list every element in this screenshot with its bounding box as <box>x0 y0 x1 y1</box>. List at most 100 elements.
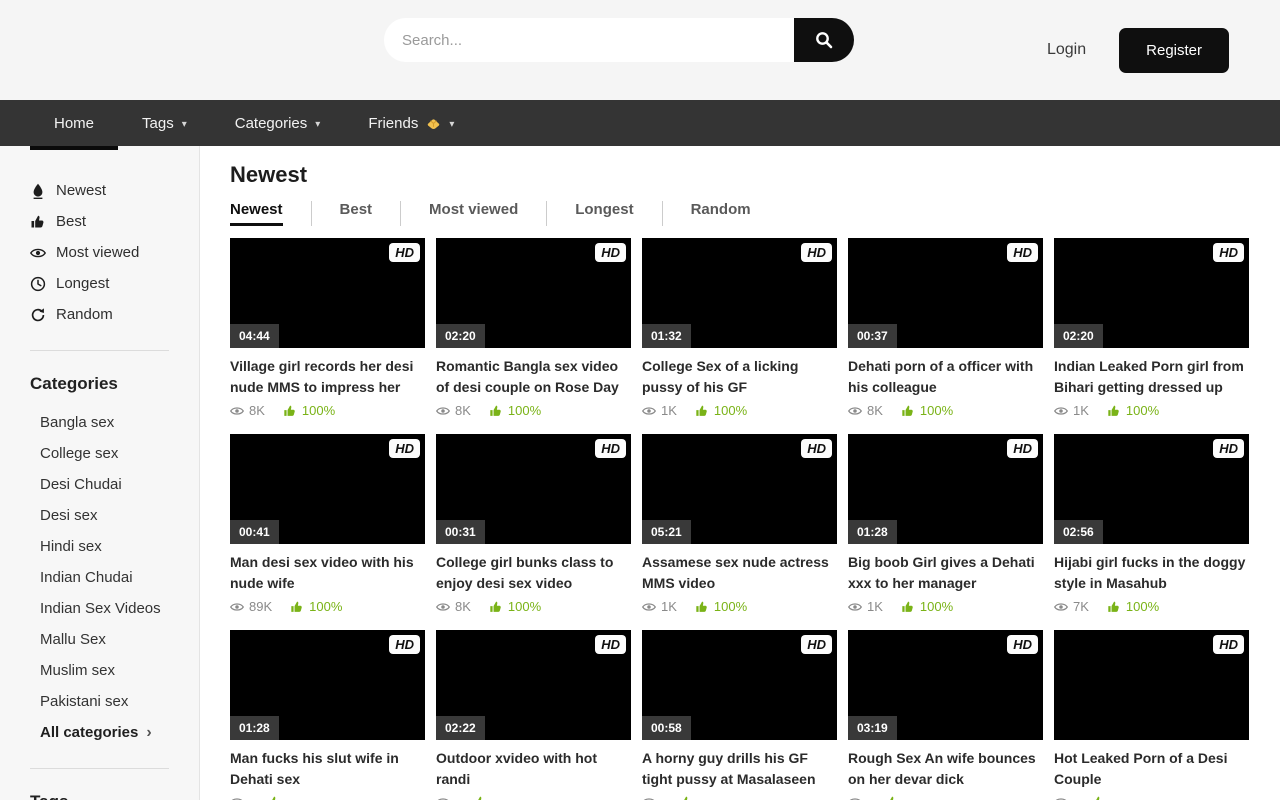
views-stat: 7K <box>1054 599 1089 614</box>
chevron-down-icon: ▾ <box>315 119 320 130</box>
video-stats: 1K 100% <box>642 599 837 614</box>
category-item[interactable]: Desi Chudai <box>30 469 199 500</box>
video-card[interactable]: HD 00:31 College girl bunks class to enj… <box>436 434 631 614</box>
login-link[interactable]: Login <box>1047 41 1086 59</box>
eye-icon <box>436 600 450 614</box>
main-navbar: Home Tags ▾ Categories ▾ Friends ▾ <box>0 100 1280 146</box>
nav-item-categories[interactable]: Categories ▾ <box>211 100 345 146</box>
category-item[interactable]: Indian Sex Videos <box>30 593 199 624</box>
duration-badge: 02:56 <box>1054 520 1103 544</box>
video-card[interactable]: HD 01:32 College Sex of a licking pussy … <box>642 238 837 418</box>
views-stat: 8K <box>848 403 883 418</box>
thumbs-up-icon <box>473 795 487 800</box>
category-item[interactable]: College sex <box>30 438 199 469</box>
views-count: 8K <box>249 403 265 418</box>
duration-badge: 00:31 <box>436 520 485 544</box>
video-card[interactable]: HD Hot Leaked Porn of a Desi Couple <box>1054 630 1249 800</box>
video-card[interactable]: HD 05:21 Assamese sex nude actress MMS v… <box>642 434 837 614</box>
video-stats: 1K 100% <box>848 599 1043 614</box>
sidebar-item-newest[interactable]: Newest <box>30 175 199 206</box>
video-title: Hijabi girl fucks in the doggy style in … <box>1054 552 1249 594</box>
video-card[interactable]: HD 02:20 Romantic Bangla sex video of de… <box>436 238 631 418</box>
nav-item-label: Friends <box>368 115 418 132</box>
register-button[interactable]: Register <box>1119 28 1229 73</box>
video-thumbnail: HD 00:31 <box>436 434 631 544</box>
tab-longest[interactable]: Longest <box>546 201 661 226</box>
all-categories-link[interactable]: All categories › <box>30 717 199 748</box>
views-stat <box>848 795 867 800</box>
thumbs-up-icon <box>290 600 304 614</box>
video-card[interactable]: HD 01:28 Big boob Girl gives a Dehati xx… <box>848 434 1043 614</box>
nav-item-friends[interactable]: Friends ▾ <box>344 100 478 146</box>
category-item[interactable]: Indian Chudai <box>30 562 199 593</box>
category-item[interactable]: Desi sex <box>30 500 199 531</box>
category-item[interactable]: Bangla sex <box>30 407 199 438</box>
eye-icon <box>1054 404 1068 418</box>
views-count: 8K <box>455 599 471 614</box>
views-count: 1K <box>867 599 883 614</box>
category-item[interactable]: Hindi sex <box>30 531 199 562</box>
likes-percent: 100% <box>1126 599 1159 614</box>
video-stats: 89K 100% <box>230 599 425 614</box>
category-item[interactable]: Mallu Sex <box>30 624 199 655</box>
category-item[interactable]: Muslim sex <box>30 655 199 686</box>
video-stats: 8K 100% <box>436 599 631 614</box>
video-card[interactable]: HD 02:56 Hijabi girl fucks in the doggy … <box>1054 434 1249 614</box>
video-thumbnail: HD 03:19 <box>848 630 1043 740</box>
likes-percent: 100% <box>920 403 953 418</box>
sidebar-item-most-viewed[interactable]: Most viewed <box>30 237 199 268</box>
video-thumbnail: HD 02:20 <box>436 238 631 348</box>
video-thumbnail: HD 02:56 <box>1054 434 1249 544</box>
eye-icon <box>230 795 244 800</box>
eye-icon <box>642 795 656 800</box>
video-card[interactable]: HD 04:44 Village girl records her desi n… <box>230 238 425 418</box>
nav-item-home[interactable]: Home <box>30 100 118 146</box>
category-item-label: Desi Chudai <box>40 476 122 493</box>
likes-stat <box>1091 795 1110 800</box>
search-input[interactable] <box>384 18 794 62</box>
flame-icon <box>30 183 46 199</box>
category-item[interactable]: Pakistani sex <box>30 686 199 717</box>
duration-badge: 00:41 <box>230 520 279 544</box>
views-stat: 1K <box>642 403 677 418</box>
hd-badge: HD <box>1007 439 1038 458</box>
sidebar-item-best[interactable]: Best <box>30 206 199 237</box>
video-card[interactable]: HD 02:20 Indian Leaked Porn girl from Bi… <box>1054 238 1249 418</box>
video-card[interactable]: HD 02:22 Outdoor xvideo with hot randi <box>436 630 631 800</box>
views-count: 1K <box>661 403 677 418</box>
views-count: 8K <box>867 403 883 418</box>
video-stats <box>1054 795 1249 800</box>
likes-percent: 100% <box>714 599 747 614</box>
likes-stat <box>473 795 492 800</box>
likes-stat: 100% <box>290 599 342 614</box>
likes-stat: 100% <box>489 599 541 614</box>
video-card[interactable]: HD 00:41 Man desi sex video with his nud… <box>230 434 425 614</box>
video-card[interactable]: HD 01:28 Man fucks his slut wife in Deha… <box>230 630 425 800</box>
video-card[interactable]: HD 00:37 Dehati porn of a officer with h… <box>848 238 1043 418</box>
video-grid: HD 04:44 Village girl records her desi n… <box>230 238 1250 800</box>
video-card[interactable]: HD 03:19 Rough Sex An wife bounces on he… <box>848 630 1043 800</box>
views-count: 1K <box>1073 403 1089 418</box>
eye-icon <box>230 600 244 614</box>
sidebar-item-longest[interactable]: Longest <box>30 268 199 299</box>
views-stat <box>436 795 455 800</box>
tab-most-viewed[interactable]: Most viewed <box>400 201 546 226</box>
hd-badge: HD <box>801 243 832 262</box>
hd-badge: HD <box>1213 243 1244 262</box>
search-form <box>384 18 854 62</box>
tab-best[interactable]: Best <box>311 201 401 226</box>
tab-newest[interactable]: Newest <box>230 201 311 226</box>
hd-badge: HD <box>1213 439 1244 458</box>
video-card[interactable]: HD 00:58 A horny guy drills his GF tight… <box>642 630 837 800</box>
search-button[interactable] <box>794 18 854 62</box>
thumbs-up-icon <box>679 795 693 800</box>
video-title: College girl bunks class to enjoy desi s… <box>436 552 631 594</box>
video-thumbnail: HD 04:44 <box>230 238 425 348</box>
duration-badge: 01:28 <box>848 520 897 544</box>
tab-random[interactable]: Random <box>662 201 779 226</box>
nav-item-tags[interactable]: Tags ▾ <box>118 100 211 146</box>
sidebar-item-random[interactable]: Random <box>30 299 199 330</box>
nav-item-label: Home <box>54 115 94 132</box>
sidebar: Newest Best Most viewed <box>0 146 200 800</box>
views-stat: 1K <box>848 599 883 614</box>
